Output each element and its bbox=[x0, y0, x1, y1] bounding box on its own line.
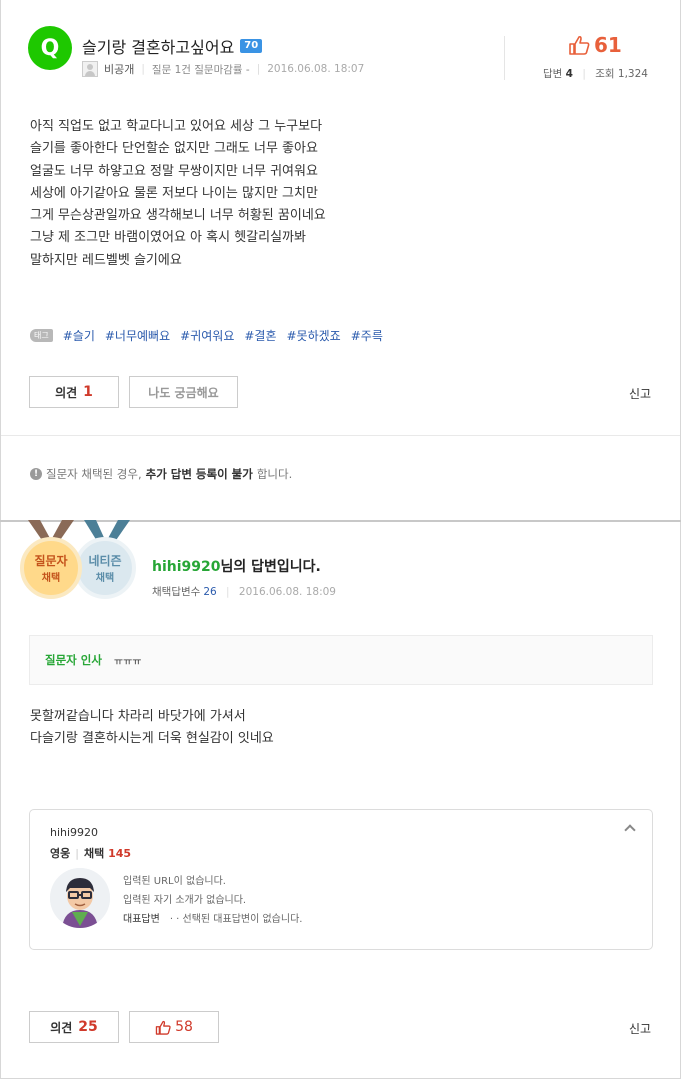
answer-opinion-count: 25 bbox=[78, 1019, 98, 1035]
me-too-curious-button[interactable]: 나도 궁금해요 bbox=[129, 376, 238, 408]
adoption-notice: ! 질문자 채택된 경우, 추가 답변 등록이 불가 합니다. bbox=[30, 466, 292, 482]
question-like-button[interactable]: 61 bbox=[568, 33, 622, 57]
answer-title: hihi9920님의 답변입니다. bbox=[152, 559, 321, 575]
thumbs-up-icon bbox=[155, 1020, 171, 1035]
character-avatar-icon bbox=[50, 868, 110, 928]
answerer-profile-card: hihi9920 영웅 | 채택 145 입력된 URL이 없습니다. 입력된 자기… bbox=[29, 809, 653, 950]
answer-meta: 채택답변수 26 | 2016.06.08. 18:09 bbox=[152, 586, 336, 598]
question-title: 슬기랑 결혼하고싶어요 bbox=[82, 38, 235, 57]
question-author-stats[interactable]: 질문 1건 질문마감률 - bbox=[152, 62, 250, 77]
question-opinion-button[interactable]: 의견 1 bbox=[29, 376, 119, 408]
question-stats: 답변 4 | 조회 1,324 bbox=[543, 68, 648, 80]
question-opinion-count: 1 bbox=[83, 384, 93, 400]
info-icon: ! bbox=[30, 468, 42, 480]
adopted-count: 26 bbox=[203, 586, 217, 598]
question-date: 2016.06.08. 18:07 bbox=[267, 63, 365, 75]
question-meta: 비공개 | 질문 1건 질문마감률 - | 2016.06.08. 18:07 bbox=[82, 61, 364, 77]
tag-item[interactable]: #슬기 bbox=[63, 327, 95, 344]
answer-user-id[interactable]: hihi9920 bbox=[152, 559, 221, 575]
profile-avatar[interactable] bbox=[50, 868, 110, 928]
greeting-text: ㅠㅠㅠ bbox=[113, 656, 142, 668]
header-divider bbox=[504, 36, 505, 80]
question-author[interactable]: 비공개 bbox=[104, 61, 134, 77]
profile-grade: 영웅 | 채택 145 bbox=[50, 847, 132, 860]
tag-label-icon: 태그 bbox=[30, 329, 53, 342]
answer-like-count: 58 bbox=[175, 1019, 193, 1035]
tag-item[interactable]: #주륵 bbox=[351, 327, 383, 344]
answer-date: 2016.06.08. 18:09 bbox=[238, 586, 336, 598]
question-title-row: 슬기랑 결혼하고싶어요 70 bbox=[82, 34, 263, 58]
question-body: 아직 직업도 없고 학교다니고 있어요 세상 그 누구보다 슬기를 좋아한다 단… bbox=[30, 119, 326, 268]
answer-body: 못할꺼같습니다 차라리 바닷가에 가셔서 다슬기랑 결혼하시는게 더욱 현실감이… bbox=[30, 709, 274, 746]
view-count: 1,324 bbox=[617, 68, 648, 80]
asker-adopted-medal-icon: 질문자 채택 bbox=[20, 537, 82, 599]
tag-list: 태그 #슬기 #너무예뻐요 #귀여워요 #결혼 #못하겠죠 #주륵 bbox=[30, 327, 383, 344]
answer-count: 4 bbox=[565, 68, 573, 80]
question-report-link[interactable]: 신고 bbox=[629, 385, 651, 402]
asker-greeting: 질문자 인사 ㅠㅠㅠ bbox=[29, 635, 653, 685]
divider bbox=[1, 435, 680, 436]
profile-representative-answer: 대표답변 · · 선택된 대표답변이 없습니다. bbox=[123, 914, 303, 925]
answer-report-link[interactable]: 신고 bbox=[629, 1020, 651, 1037]
citizen-adopted-medal-icon: 네티즌 채택 bbox=[74, 537, 136, 599]
profile-name[interactable]: hihi9920 bbox=[50, 826, 98, 839]
chevron-up-icon[interactable] bbox=[624, 824, 636, 836]
question-like-count: 61 bbox=[594, 33, 622, 57]
user-avatar-icon bbox=[82, 61, 98, 77]
thumbs-up-icon bbox=[569, 35, 590, 55]
tag-item[interactable]: #귀여워요 bbox=[180, 327, 234, 344]
greeting-label: 질문자 인사 bbox=[45, 653, 102, 667]
profile-intro: 입력된 자기 소개가 없습니다. bbox=[123, 895, 247, 906]
tag-item[interactable]: #못하겠죠 bbox=[287, 327, 341, 344]
answer-opinion-button[interactable]: 의견 25 bbox=[29, 1011, 119, 1043]
question-badge-icon: Q bbox=[28, 26, 72, 70]
answer-like-button[interactable]: 58 bbox=[129, 1011, 219, 1043]
tag-item[interactable]: #결혼 bbox=[244, 327, 276, 344]
level-badge: 70 bbox=[240, 39, 263, 53]
tag-item[interactable]: #너무예뻐요 bbox=[105, 327, 170, 344]
profile-url: 입력된 URL이 없습니다. bbox=[123, 876, 226, 887]
